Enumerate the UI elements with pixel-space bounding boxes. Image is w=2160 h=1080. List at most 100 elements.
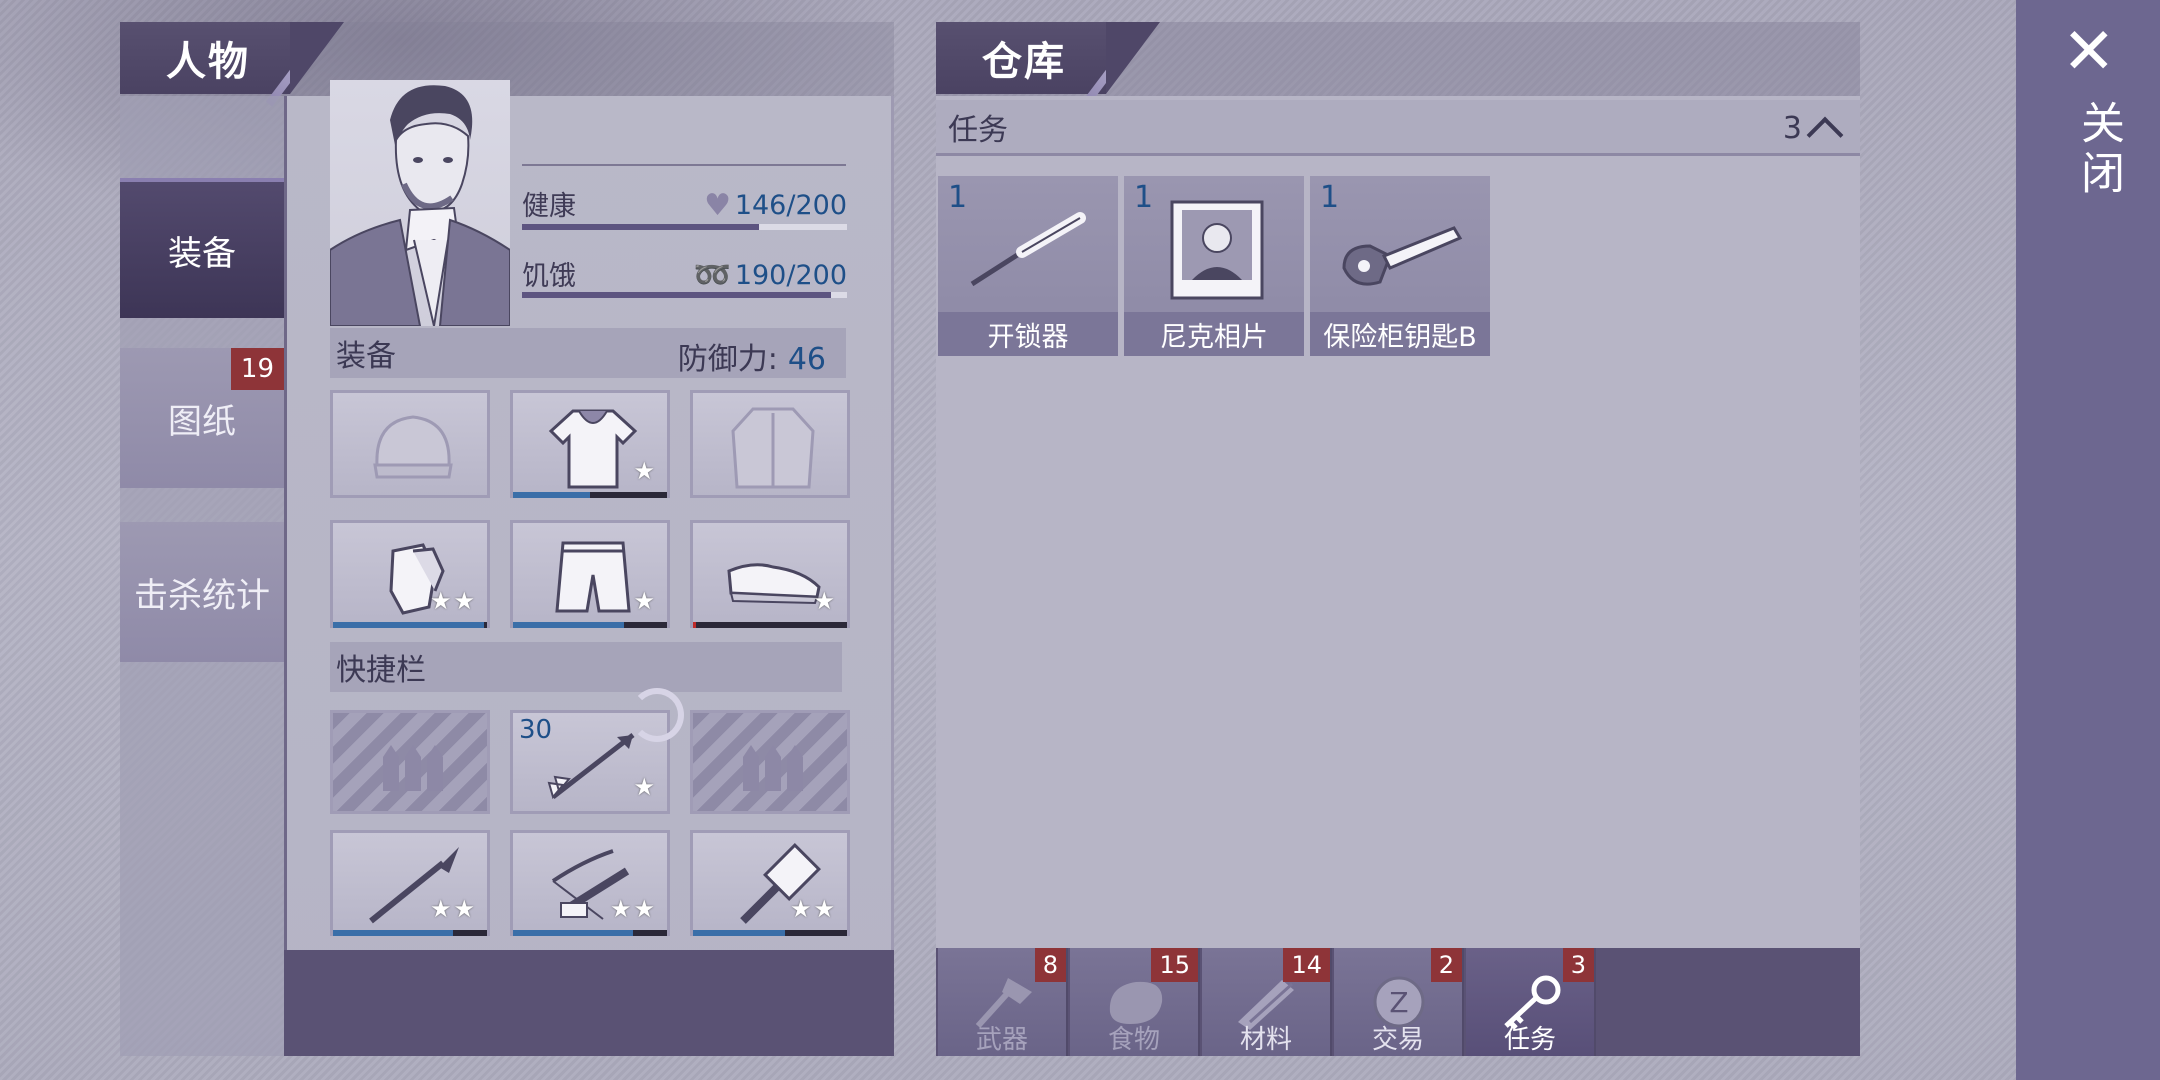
ammo-placeholder-icon	[383, 745, 443, 791]
hunger-value: 190/200	[734, 260, 847, 291]
durability-bar	[333, 930, 487, 936]
durability-bar	[513, 492, 667, 498]
category-label: 交易	[1371, 1025, 1424, 1055]
category-tab-quests[interactable]: 3 任务	[1466, 948, 1596, 1056]
photo-icon	[1170, 200, 1264, 300]
key-icon	[1342, 226, 1463, 286]
item-stars: ★★	[789, 895, 837, 923]
category-label: 材料	[1239, 1025, 1292, 1055]
health-stat: 健康 ♥ 146/200	[522, 184, 847, 224]
warehouse-item-safe-key[interactable]: 1 保险柜钥匙B	[1310, 176, 1490, 356]
category-tab-food[interactable]: 15 食物	[1070, 948, 1200, 1056]
equipment-section-header: 装备 防御力: 46	[330, 328, 846, 378]
equip-slot-head[interactable]	[330, 390, 490, 498]
quickbar-slot-ammo-left[interactable]	[330, 710, 490, 814]
hunger-stat: 饥饿 ➿ 190/200	[522, 254, 847, 294]
health-bar-fill	[522, 224, 760, 230]
warehouse-section-header[interactable]: 任务 3	[936, 100, 1860, 156]
warehouse-title-tab: 仓库	[936, 22, 1160, 107]
item-stars: ★	[813, 587, 837, 615]
category-label: 任务	[1503, 1025, 1556, 1055]
defense-value: 46	[787, 342, 826, 377]
equip-slot-outer[interactable]	[690, 390, 850, 498]
side-tab-label: 装备	[168, 233, 236, 274]
swap-ammo-icon[interactable]	[630, 688, 684, 742]
hunger-bar	[522, 292, 847, 298]
item-stars: ★★	[609, 895, 657, 923]
side-tab-column: 装备 图纸 19 击杀统计	[120, 96, 284, 1056]
hooded-shirt-icon	[548, 409, 638, 489]
jacket-icon	[731, 407, 815, 489]
warehouse-section-label: 任务	[948, 112, 1008, 148]
side-tab-label: 图纸	[168, 401, 236, 442]
warehouse-item-photo[interactable]: 1 尼克相片	[1124, 176, 1304, 356]
item-name: 尼克相片	[1124, 312, 1304, 356]
health-label: 健康	[522, 191, 576, 222]
durability-bar	[513, 622, 667, 628]
character-title: 人物	[166, 39, 250, 85]
section-item-count: 3	[1782, 110, 1802, 146]
category-bar: 8 武器 15 食物 14 材料 Z 2 交易 3 任务	[936, 948, 1860, 1056]
stats-divider	[522, 164, 846, 166]
category-badge: 8	[1034, 948, 1066, 982]
side-tab-blueprints[interactable]: 图纸 19	[120, 348, 284, 488]
arrow-icon	[547, 733, 635, 800]
quickbar-slot-hammer[interactable]: ★★	[690, 830, 850, 936]
character-bottom-bar	[284, 950, 894, 1056]
chevron-up-icon	[1806, 116, 1844, 154]
warehouse-panel: 仓库 任务 3 1 开锁器 1 尼克相片 1 保险柜钥匙B 8 武器 15 食物…	[936, 22, 1860, 1056]
item-name: 开锁器	[938, 312, 1118, 356]
quickbar-section-label: 快捷栏	[336, 653, 426, 688]
category-tab-weapons[interactable]: 8 武器	[938, 948, 1068, 1056]
durability-bar	[333, 622, 487, 628]
stomach-icon: ➿	[693, 258, 731, 293]
close-icon[interactable]: ✕	[2062, 20, 2116, 84]
side-tab-kill-stats[interactable]: 击杀统计	[120, 522, 284, 662]
lockpick-icon	[970, 212, 1086, 287]
category-tab-materials[interactable]: 14 材料	[1202, 948, 1332, 1056]
durability-bar	[513, 930, 667, 936]
item-stars: ★★	[429, 895, 477, 923]
equip-slot-legs[interactable]: ★	[510, 520, 670, 628]
heart-icon: ♥	[704, 188, 731, 223]
side-tab-label: 击杀统计	[134, 575, 270, 616]
item-name: 保险柜钥匙B	[1310, 312, 1490, 356]
side-tab-equipment[interactable]: 装备	[120, 178, 284, 318]
category-badge: 14	[1283, 948, 1330, 982]
hunger-label: 饥饿	[522, 261, 576, 292]
item-stars: ★	[633, 773, 657, 801]
survivor-portrait-icon	[330, 85, 510, 326]
character-title-tab: 人物	[120, 22, 344, 107]
category-tab-trade[interactable]: Z 2 交易	[1334, 948, 1464, 1056]
quickbar-slot-crossbow[interactable]: ★★	[510, 830, 670, 936]
equipment-section-label: 装备	[336, 339, 396, 374]
section-collapse-toggle[interactable]: 3	[1782, 108, 1844, 154]
item-stars: ★	[633, 587, 657, 615]
beanie-hat-icon	[373, 415, 453, 479]
warehouse-item-lockpick[interactable]: 1 开锁器	[938, 176, 1118, 356]
item-stars: ★★	[429, 587, 477, 615]
equip-slot-hands[interactable]: ★★	[330, 520, 490, 628]
close-panel[interactable]: ✕ 关闭	[2016, 0, 2160, 1080]
quickbar-slot-ammo-right[interactable]	[690, 710, 850, 814]
character-portrait	[330, 80, 510, 326]
equip-slot-feet[interactable]: ★	[690, 520, 850, 628]
warehouse-title: 仓库	[982, 39, 1066, 85]
category-badge: 2	[1430, 948, 1462, 982]
close-label: 关闭	[2073, 100, 2124, 200]
defense-label: 防御力:	[677, 342, 778, 377]
category-label: 武器	[975, 1025, 1028, 1055]
equip-slot-body[interactable]: ★	[510, 390, 670, 498]
ammo-placeholder-icon	[743, 745, 803, 791]
category-badge: 3	[1562, 948, 1594, 982]
health-value: 146/200	[734, 190, 847, 221]
sneakers-icon	[727, 563, 821, 605]
svg-text:Z: Z	[1389, 986, 1408, 1019]
defense-stat: 防御力: 46	[678, 334, 826, 378]
durability-bar	[693, 930, 847, 936]
durability-bar	[693, 622, 847, 628]
quickbar-slot-spear[interactable]: ★★	[330, 830, 490, 936]
item-stars: ★	[633, 457, 657, 485]
health-bar	[522, 224, 847, 230]
category-label: 食物	[1107, 1025, 1160, 1055]
